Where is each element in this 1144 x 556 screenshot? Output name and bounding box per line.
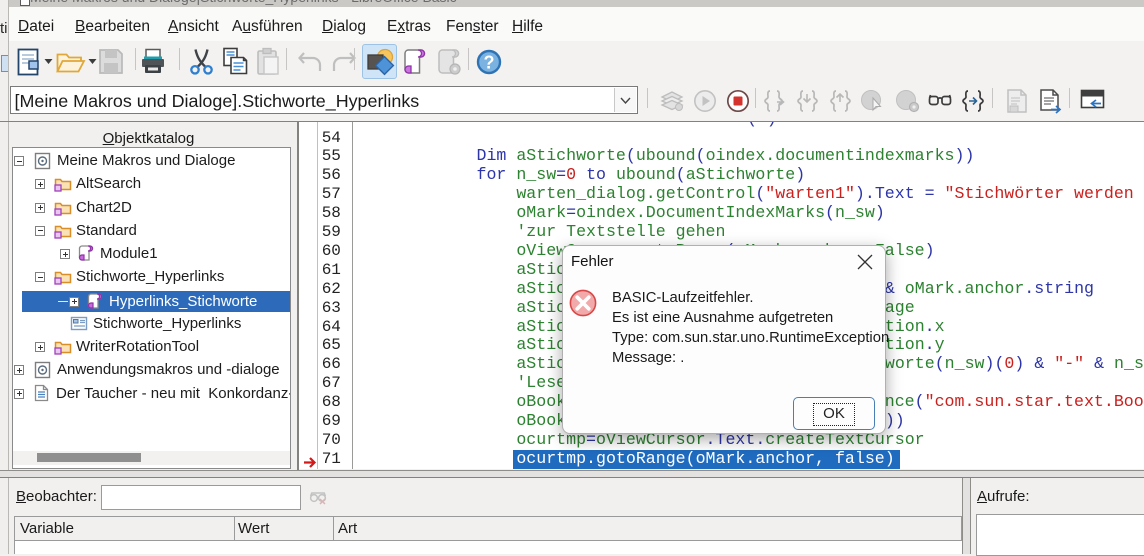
svg-text:?: ? [484,53,495,73]
